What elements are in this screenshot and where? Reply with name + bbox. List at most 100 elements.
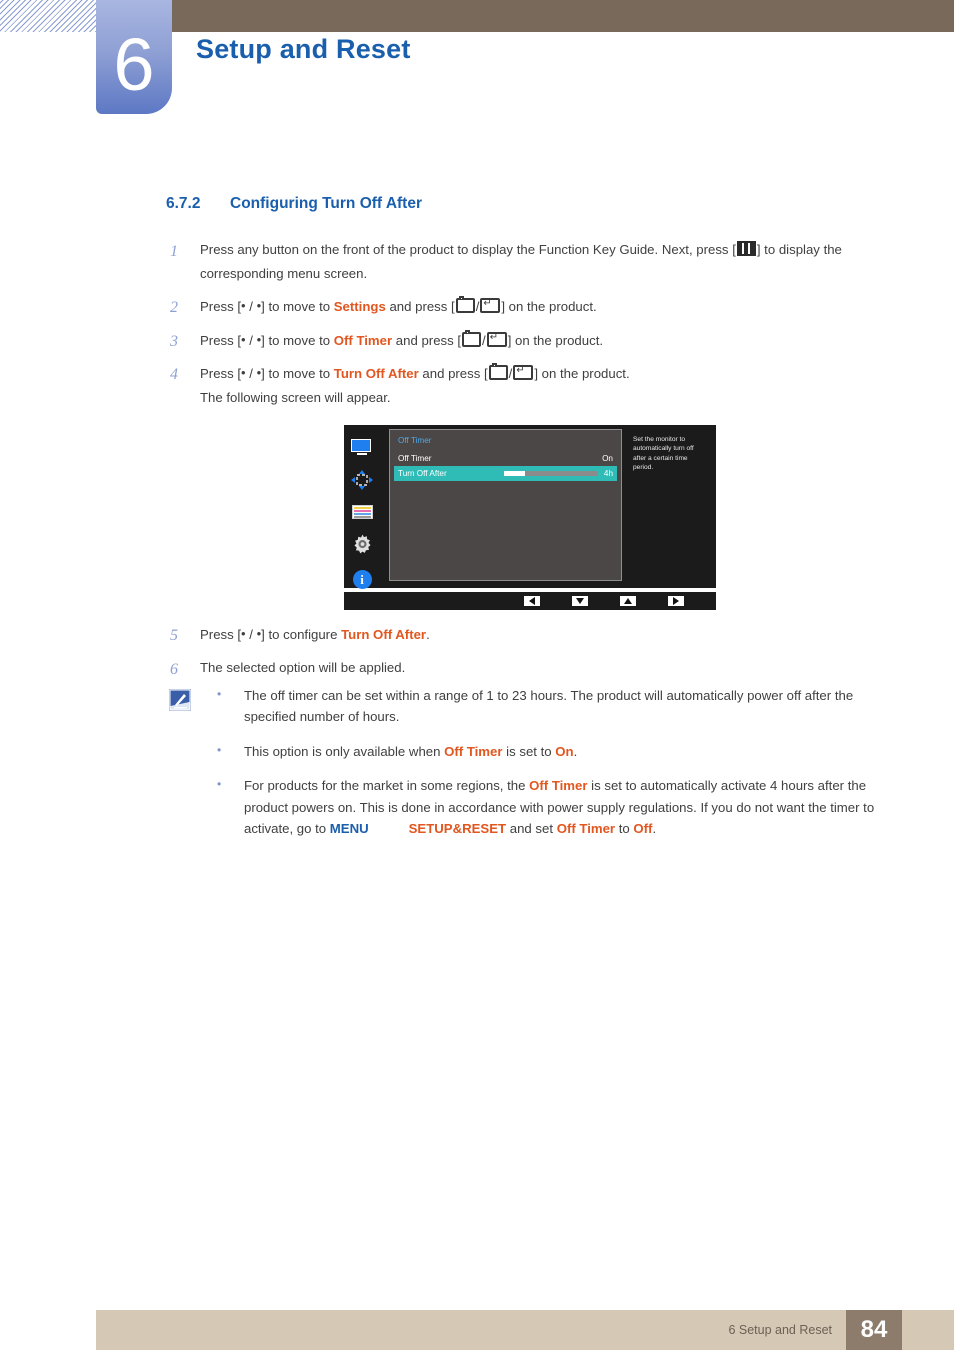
- note-item: • The off timer can be set within a rang…: [217, 685, 906, 728]
- note-text-post: .: [573, 743, 578, 759]
- page-header: 6 Setup and Reset: [0, 0, 954, 140]
- note-text: The off timer can be set within a range …: [244, 688, 854, 725]
- step-text-pre: Press [: [200, 627, 242, 642]
- bullet-icon: •: [217, 777, 222, 792]
- page-number: 84: [846, 1310, 902, 1350]
- bullet-icon: •: [217, 687, 222, 701]
- chapter-number: 6: [113, 23, 155, 106]
- step-text-mid: ] to move to: [261, 332, 334, 348]
- step-text-mid2: and press [: [392, 332, 462, 348]
- step-item: 1 Press any button on the front of the p…: [166, 238, 906, 285]
- enter-button-icon: ↵: [480, 298, 501, 313]
- note-list: • The off timer can be set within a rang…: [217, 685, 906, 839]
- step-number: 5: [170, 627, 178, 644]
- note-item: • This option is only available when Off…: [217, 741, 906, 762]
- move-arrows-icon[interactable]: [351, 470, 373, 490]
- step-text-mid2: and press [: [418, 366, 488, 381]
- step-keys-sep: /: [245, 366, 257, 381]
- nav-left-button[interactable]: [524, 596, 540, 606]
- osd-row-value: 4h: [603, 469, 613, 478]
- color-bars-icon[interactable]: [351, 505, 373, 519]
- step-item: 4 Press [• / •] to move to Turn Off Afte…: [166, 361, 906, 409]
- step-text-extra: The following screen will appear.: [200, 389, 391, 405]
- osd-window: i Off Timer Off Timer On Turn Off After …: [344, 425, 716, 589]
- step-number: 4: [170, 366, 178, 383]
- osd-row-value: On: [602, 454, 613, 463]
- step-list: 1 Press any button on the front of the p…: [166, 238, 906, 418]
- osd-screenshot: i Off Timer Off Timer On Turn Off After …: [344, 425, 716, 610]
- note-term: Off Timer: [529, 778, 588, 794]
- note-term: Off Timer: [556, 820, 616, 836]
- step-text-post: ] on the product.: [501, 299, 597, 314]
- note-menu-target: SETUP&RESET: [408, 820, 507, 836]
- step-text-mid2: and press [: [385, 299, 455, 314]
- step-target-label: Turn Off After: [333, 366, 419, 381]
- step-number: 2: [170, 299, 178, 316]
- nav-down-button[interactable]: [572, 596, 588, 606]
- step-item: 3 Press [• / •] to move to Off Timer and…: [166, 328, 906, 353]
- osd-sidebar: i: [344, 425, 380, 589]
- step-text-pre: Press [: [200, 332, 242, 348]
- step-item: 6 The selected option will be applied.: [166, 656, 906, 680]
- page-footer: 6 Setup and Reset 84: [96, 1310, 954, 1350]
- footer-chapter-label: 6 Setup and Reset: [728, 1323, 832, 1337]
- notes-block: • The off timer can be set within a rang…: [166, 685, 906, 852]
- note-text-post: .: [652, 820, 657, 836]
- back-button-icon: [488, 363, 508, 380]
- gear-icon[interactable]: [352, 534, 373, 555]
- chapter-title: Setup and Reset: [196, 34, 411, 64]
- slider-fill: [503, 471, 525, 476]
- osd-row-label: Turn Off After: [398, 469, 447, 478]
- step-item: 2 Press [• / •] to move to Settings and …: [166, 294, 906, 319]
- enter-button-icon: ↵: [486, 331, 507, 347]
- nav-right-button[interactable]: [668, 596, 684, 606]
- monitor-icon[interactable]: [351, 439, 373, 455]
- menu-button-icon: [736, 241, 756, 256]
- bullet-icon: •: [217, 742, 222, 757]
- note-menu-path: MENU: [329, 820, 369, 836]
- osd-row-label: Off Timer: [398, 454, 432, 463]
- note-pen-icon: [168, 688, 192, 712]
- note-text-mid: is set to: [502, 743, 556, 759]
- section-title: Configuring Turn Off After: [230, 195, 422, 212]
- step-list-after-image: 5 Press [• / •] to configure Turn Off Af…: [166, 622, 906, 688]
- osd-row-off-timer[interactable]: Off Timer On: [394, 451, 617, 466]
- step-text-part1: Press any button on the front of the pro…: [200, 242, 736, 257]
- step-text-mid: ] to move to: [261, 366, 334, 381]
- step-text-post: ] on the product.: [534, 366, 630, 381]
- step-text-post: ] on the product.: [507, 332, 604, 348]
- hatch-decoration: [0, 0, 96, 32]
- step-text-pre: Press [: [200, 366, 242, 381]
- back-button-icon: [462, 329, 482, 347]
- step-text-mid: ] to configure: [261, 627, 342, 642]
- step-text-mid: ] to move to: [261, 299, 334, 314]
- osd-menu-title: Off Timer: [398, 436, 432, 445]
- nav-up-button[interactable]: [620, 596, 636, 606]
- step-item: 5 Press [• / •] to configure Turn Off Af…: [166, 622, 906, 647]
- turn-off-after-slider[interactable]: [503, 471, 598, 476]
- note-term: Off Timer: [444, 743, 503, 759]
- note-text-pre: For products for the market in some regi…: [244, 778, 530, 794]
- step-number: 3: [170, 332, 178, 350]
- step-text: The selected option will be applied.: [200, 659, 406, 675]
- header-bar: [172, 0, 954, 32]
- section-heading: 6.7.2 Configuring Turn Off After: [166, 195, 422, 213]
- step-text-pre: Press [: [200, 299, 242, 314]
- note-text-mid3: to: [615, 820, 634, 836]
- step-keys-sep: /: [245, 332, 257, 348]
- note-text-pre: This option is only available when: [244, 743, 445, 759]
- step-target-label: Settings: [333, 299, 386, 314]
- chapter-tab: 6: [96, 0, 172, 114]
- step-target-label: Off Timer: [333, 332, 393, 348]
- note-item: • For products for the market in some re…: [217, 775, 906, 839]
- section-number: 6.7.2: [166, 195, 201, 212]
- step-text-post: .: [426, 627, 430, 642]
- info-icon[interactable]: i: [352, 570, 372, 589]
- osd-description-panel: Set the monitor to automatically turn of…: [628, 429, 712, 581]
- osd-row-turn-off-after[interactable]: Turn Off After 4h: [394, 466, 617, 481]
- enter-button-icon: ↵: [513, 365, 534, 380]
- note-term: Off: [633, 820, 653, 836]
- note-text-mid2: and set: [506, 820, 557, 836]
- osd-menu-panel: Off Timer Off Timer On Turn Off After 4h: [389, 429, 622, 581]
- step-number: 6: [170, 660, 178, 678]
